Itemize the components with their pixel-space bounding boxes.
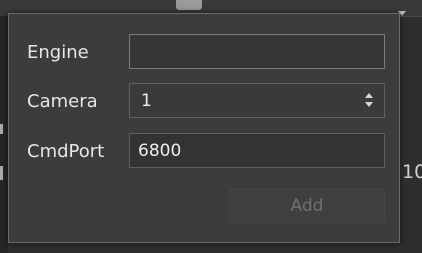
spinner-arrows-icon[interactable]	[365, 93, 375, 109]
camera-select[interactable]: 1	[129, 83, 385, 118]
camera-select-value: 1	[141, 91, 152, 111]
engine-row: Engine	[9, 34, 399, 72]
engine-label: Engine	[27, 42, 89, 63]
camera-row: Camera 1	[9, 83, 399, 121]
background-marker	[0, 124, 3, 134]
app-window: 10 Engine Camera 1 CmdPort Add	[0, 0, 422, 253]
chevron-down-icon	[365, 102, 373, 107]
cmdport-row: CmdPort	[9, 133, 399, 171]
cmdport-input[interactable]	[129, 133, 385, 168]
engine-input[interactable]	[129, 34, 385, 69]
cmdport-label: CmdPort	[27, 141, 105, 162]
chevron-up-icon	[365, 93, 373, 98]
add-engine-dialog: Engine Camera 1 CmdPort Add	[8, 13, 400, 243]
background-partial-text: 10	[402, 161, 422, 183]
background-sidebar	[0, 16, 8, 253]
background-marker	[0, 166, 3, 180]
background-slider-handle[interactable]	[176, 0, 202, 10]
camera-label: Camera	[27, 91, 98, 112]
add-button[interactable]: Add	[229, 189, 385, 223]
